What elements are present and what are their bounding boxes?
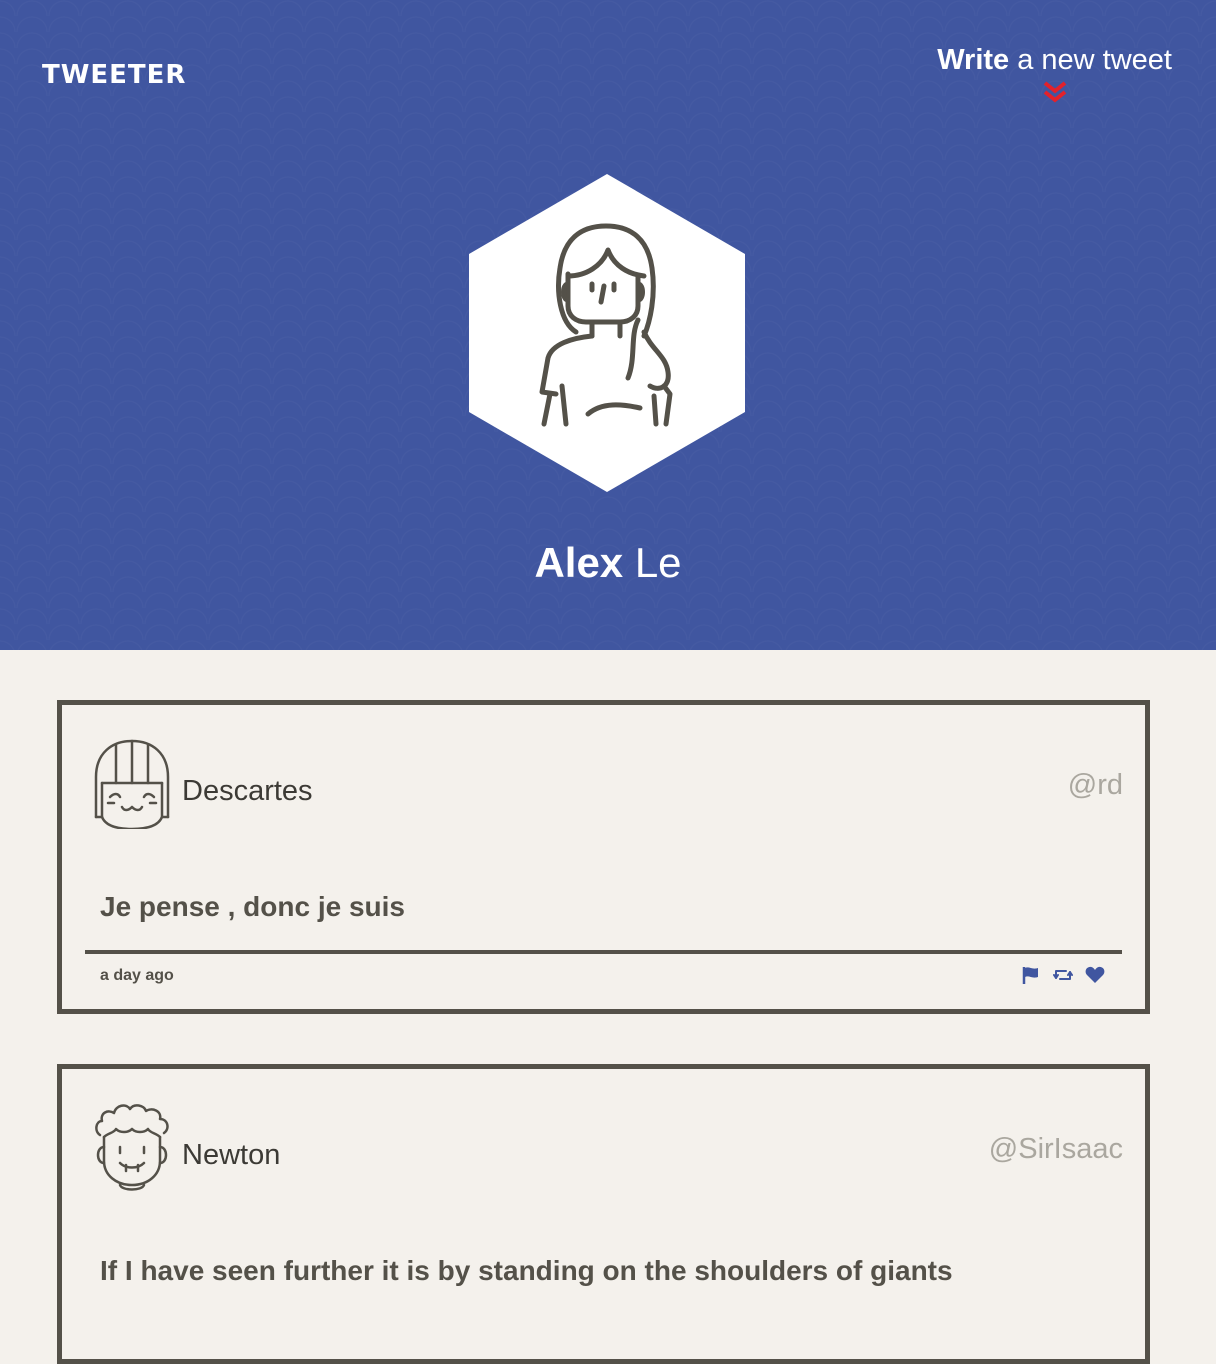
girl-bangs-avatar-icon	[94, 739, 170, 829]
hexagon-frame	[469, 174, 745, 492]
app-logo[interactable]: TWEETER	[42, 58, 186, 92]
tweet-handle: @SirIsaac	[988, 1133, 1123, 1165]
profile-first-name: Alex	[534, 539, 624, 586]
flag-icon[interactable]	[1021, 965, 1041, 985]
profile-avatar	[469, 174, 745, 492]
chevron-double-down-icon[interactable]	[1042, 80, 1068, 106]
profile-last-name: Le	[623, 539, 682, 586]
tweet-divider	[85, 950, 1122, 954]
compose-toggle[interactable]: Write a new tweet	[937, 42, 1172, 106]
tweet-handle: @rd	[1067, 769, 1123, 801]
tweet-author: Descartes	[182, 775, 313, 807]
retweet-icon[interactable]	[1053, 965, 1073, 985]
tweet-author: Newton	[182, 1139, 281, 1171]
profile-name: Alex Le	[0, 536, 1216, 590]
curly-hair-avatar-icon	[95, 1104, 169, 1191]
compose-label-strong: Write	[937, 44, 1010, 76]
heart-icon[interactable]	[1085, 965, 1105, 985]
tweet-actions	[1021, 965, 1105, 985]
compose-label[interactable]: Write a new tweet	[937, 42, 1172, 78]
profile-header: TWEETER Write a new tweet Alex Le	[0, 0, 1216, 650]
tweet-card: Newton @SirIsaac If I have seen further …	[57, 1064, 1150, 1364]
tweet-content: Je pense , donc je suis	[100, 891, 406, 922]
tweet-content: If I have seen further it is by standing…	[100, 1255, 953, 1286]
tweet-timestamp: a day ago	[100, 967, 174, 984]
tweet-card: Descartes @rd Je pense , donc je suis a …	[57, 700, 1150, 1014]
compose-label-rest: a new tweet	[1009, 44, 1172, 76]
